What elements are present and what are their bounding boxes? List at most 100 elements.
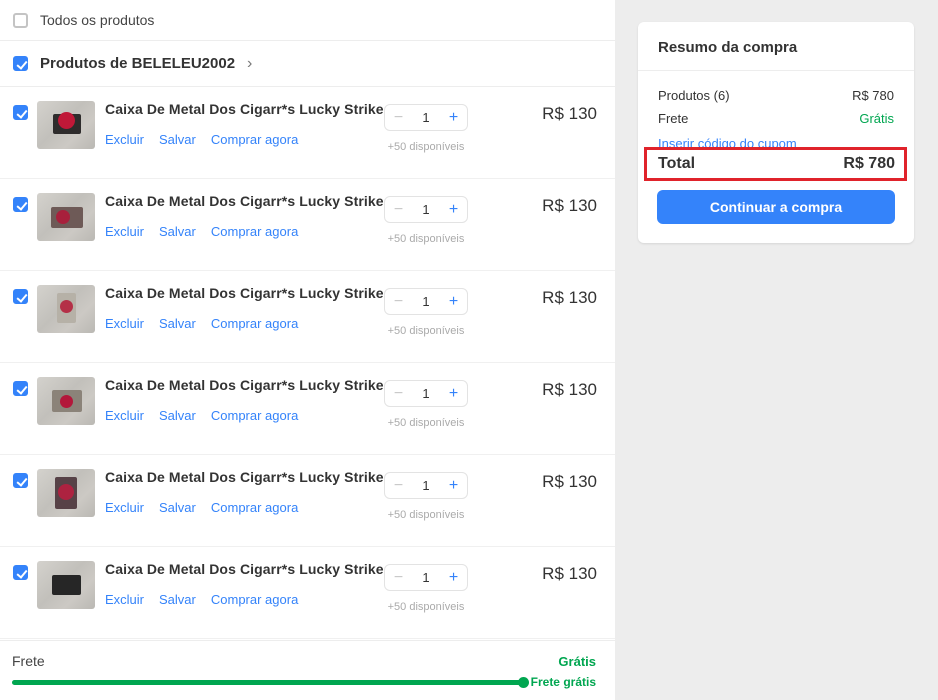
cart-items: Caixa De Metal Dos Cigarr*s Lucky Strike… xyxy=(0,87,615,639)
total-label: Total xyxy=(658,155,695,173)
delete-link[interactable]: Excluir xyxy=(105,408,144,423)
increase-quantity-button[interactable]: + xyxy=(440,569,467,587)
shipping-label: Frete xyxy=(12,653,45,669)
product-title[interactable]: Caixa De Metal Dos Cigarr*s Lucky Strike… xyxy=(105,377,380,393)
save-link[interactable]: Salvar xyxy=(159,132,196,147)
item-checkbox[interactable] xyxy=(13,197,28,212)
stock-note: +50 disponíveis xyxy=(384,233,468,245)
item-price: R$ 130 xyxy=(480,547,615,638)
chevron-right-icon[interactable]: › xyxy=(247,55,252,73)
product-title[interactable]: Caixa De Metal Dos Cigarr*s Lucky Strike… xyxy=(105,561,380,577)
summary-products-label: Produtos (6) xyxy=(658,88,730,103)
free-shipping-progress-label: Frete grátis xyxy=(531,675,596,689)
delete-link[interactable]: Excluir xyxy=(105,592,144,607)
summary-products-row: Produtos (6) R$ 780 xyxy=(658,88,894,103)
item-checkbox[interactable] xyxy=(13,565,28,580)
product-thumbnail[interactable] xyxy=(37,469,95,517)
product-title[interactable]: Caixa De Metal Dos Cigarr*s Lucky Strike… xyxy=(105,469,380,485)
purchase-summary-card: Resumo da compra Produtos (6) R$ 780 Fre… xyxy=(638,22,914,243)
increase-quantity-button[interactable]: + xyxy=(440,201,467,219)
product-title[interactable]: Caixa De Metal Dos Cigarr*s Lucky Strike… xyxy=(105,285,380,301)
cart-item-row: Caixa De Metal Dos Cigarr*s Lucky Strike… xyxy=(0,87,615,179)
stock-note: +50 disponíveis xyxy=(384,417,468,429)
quantity-stepper: − 1 + xyxy=(384,564,468,591)
save-link[interactable]: Salvar xyxy=(159,316,196,331)
item-checkbox[interactable] xyxy=(13,105,28,120)
delete-link[interactable]: Excluir xyxy=(105,224,144,239)
seller-title[interactable]: Produtos de BELELEU2002 xyxy=(40,55,235,72)
select-all-checkbox[interactable] xyxy=(13,13,28,28)
increase-quantity-button[interactable]: + xyxy=(440,293,467,311)
seller-checkbox[interactable] xyxy=(13,56,28,71)
continue-purchase-button[interactable]: Continuar a compra xyxy=(657,190,895,224)
product-title[interactable]: Caixa De Metal Dos Cigarr*s Lucky Strike… xyxy=(105,193,380,209)
decrease-quantity-button[interactable]: − xyxy=(385,569,412,587)
delete-link[interactable]: Excluir xyxy=(105,316,144,331)
quantity-stepper: − 1 + xyxy=(384,196,468,223)
decrease-quantity-button[interactable]: − xyxy=(385,385,412,403)
quantity-stepper: − 1 + xyxy=(384,380,468,407)
product-thumbnail[interactable] xyxy=(37,193,95,241)
stock-note: +50 disponíveis xyxy=(384,325,468,337)
shipping-value: Grátis xyxy=(558,654,596,669)
quantity-stepper: − 1 + xyxy=(384,472,468,499)
decrease-quantity-button[interactable]: − xyxy=(385,293,412,311)
decrease-quantity-button[interactable]: − xyxy=(385,477,412,495)
item-checkbox[interactable] xyxy=(13,381,28,396)
decrease-quantity-button[interactable]: − xyxy=(385,201,412,219)
stock-note: +50 disponíveis xyxy=(384,601,468,613)
cart-item-row: Caixa De Metal Dos Cigarr*s Lucky Strike… xyxy=(0,455,615,547)
item-checkbox[interactable] xyxy=(13,473,28,488)
seller-header-row: Produtos de BELELEU2002 › xyxy=(0,41,615,87)
item-checkbox[interactable] xyxy=(13,289,28,304)
buy-now-link[interactable]: Comprar agora xyxy=(211,408,298,423)
stock-note: +50 disponíveis xyxy=(384,509,468,521)
cart-panel: Todos os produtos Produtos de BELELEU200… xyxy=(0,0,615,700)
quantity-stepper: − 1 + xyxy=(384,104,468,131)
quantity-stepper: − 1 + xyxy=(384,288,468,315)
item-price: R$ 130 xyxy=(480,179,615,270)
product-thumbnail[interactable] xyxy=(37,377,95,425)
shipping-footer: Frete Grátis Frete grátis xyxy=(0,640,615,700)
save-link[interactable]: Salvar xyxy=(159,500,196,515)
summary-title: Resumo da compra xyxy=(638,22,914,56)
delete-link[interactable]: Excluir xyxy=(105,132,144,147)
cart-item-row: Caixa De Metal Dos Cigarr*s Lucky Strike… xyxy=(0,179,615,271)
item-price: R$ 130 xyxy=(480,455,615,546)
increase-quantity-button[interactable]: + xyxy=(440,477,467,495)
item-price: R$ 130 xyxy=(480,271,615,362)
save-link[interactable]: Salvar xyxy=(159,408,196,423)
save-link[interactable]: Salvar xyxy=(159,224,196,239)
cart-item-row: Caixa De Metal Dos Cigarr*s Lucky Strike… xyxy=(0,547,615,639)
progress-fill xyxy=(12,680,524,685)
delete-link[interactable]: Excluir xyxy=(105,500,144,515)
decrease-quantity-button[interactable]: − xyxy=(385,109,412,127)
quantity-value: 1 xyxy=(412,386,440,401)
increase-quantity-button[interactable]: + xyxy=(440,385,467,403)
cart-item-row: Caixa De Metal Dos Cigarr*s Lucky Strike… xyxy=(0,271,615,363)
item-price: R$ 130 xyxy=(480,87,615,178)
save-link[interactable]: Salvar xyxy=(159,592,196,607)
quantity-value: 1 xyxy=(412,110,440,125)
product-title[interactable]: Caixa De Metal Dos Cigarr*s Lucky Strike… xyxy=(105,101,380,117)
select-all-row: Todos os produtos xyxy=(0,0,615,41)
product-thumbnail[interactable] xyxy=(37,101,95,149)
quantity-value: 1 xyxy=(412,294,440,309)
buy-now-link[interactable]: Comprar agora xyxy=(211,316,298,331)
summary-shipping-value: Grátis xyxy=(859,111,894,126)
cart-item-row: Caixa De Metal Dos Cigarr*s Lucky Strike… xyxy=(0,363,615,455)
quantity-value: 1 xyxy=(412,570,440,585)
product-thumbnail[interactable] xyxy=(37,285,95,333)
increase-quantity-button[interactable]: + xyxy=(440,109,467,127)
buy-now-link[interactable]: Comprar agora xyxy=(211,132,298,147)
buy-now-link[interactable]: Comprar agora xyxy=(211,500,298,515)
summary-shipping-label: Frete xyxy=(658,111,688,126)
product-thumbnail[interactable] xyxy=(37,561,95,609)
buy-now-link[interactable]: Comprar agora xyxy=(211,592,298,607)
quantity-value: 1 xyxy=(412,202,440,217)
stock-note: +50 disponíveis xyxy=(384,141,468,153)
summary-products-value: R$ 780 xyxy=(852,88,894,103)
item-price: R$ 130 xyxy=(480,363,615,454)
buy-now-link[interactable]: Comprar agora xyxy=(211,224,298,239)
total-value: R$ 780 xyxy=(843,155,895,173)
